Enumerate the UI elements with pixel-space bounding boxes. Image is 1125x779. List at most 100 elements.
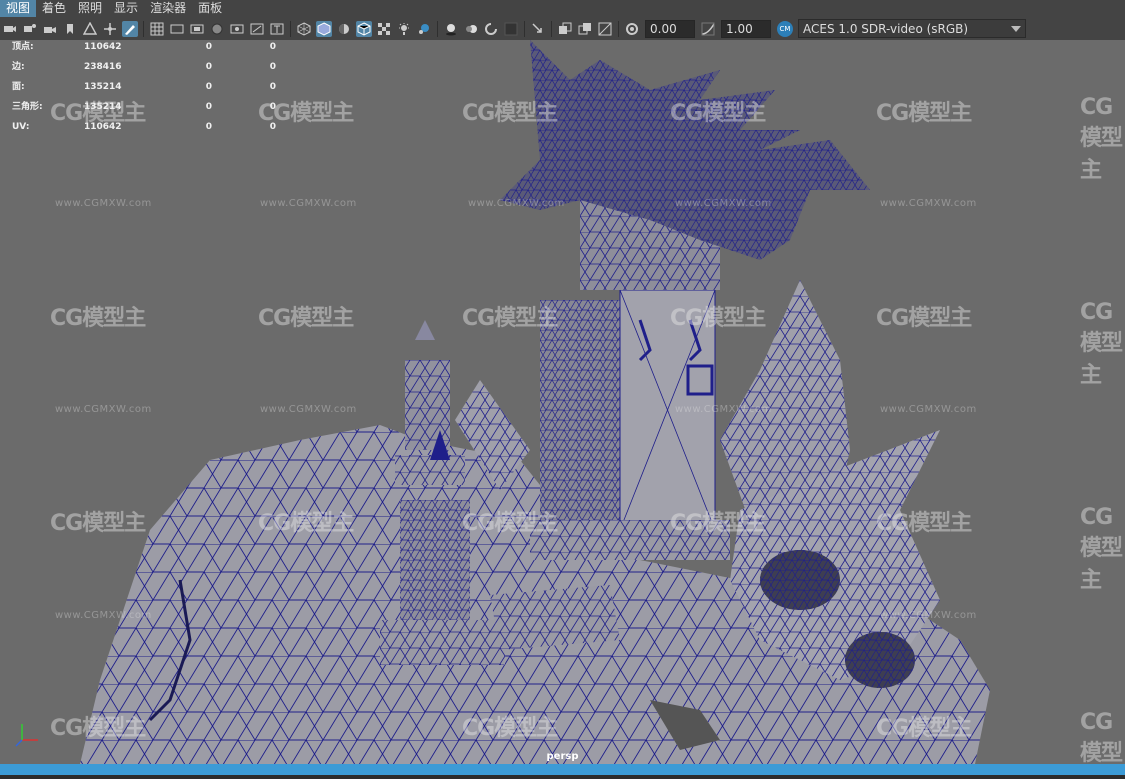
menu-renderer[interactable]: 渲染器 <box>144 0 192 17</box>
watermark-logo: CG模型主 <box>50 306 146 331</box>
watermark-logo: CG模型主 <box>1080 95 1123 183</box>
anti-alias-icon[interactable] <box>483 21 499 37</box>
watermark-logo: CG模型主 <box>1080 505 1123 593</box>
wireframe-model <box>80 40 990 764</box>
watermark-url: www.CGMXW.com <box>880 404 977 415</box>
viewport-toolbar: 0.00 1.00 CM ACES 1.0 SDR-video (sRGB) <box>0 17 1125 41</box>
tower-crown <box>500 40 870 260</box>
hud-label: 面: <box>12 82 25 92</box>
exposure-field[interactable]: 0.00 <box>645 19 695 38</box>
watermark-url: www.CGMXW.com <box>260 404 357 415</box>
watermark-url: www.CGMXW.com <box>675 404 772 415</box>
textured-icon[interactable] <box>376 21 392 37</box>
select-camera-icon[interactable] <box>2 21 18 37</box>
hud-row-tris: 三角形: 135214 0 0 <box>12 100 276 120</box>
resolution-gate-icon[interactable] <box>189 21 205 37</box>
wireframe-on-shaded-icon[interactable] <box>356 20 372 37</box>
hud-label: UV: <box>12 122 30 132</box>
hud-value: 0 <box>269 62 276 72</box>
hud-row-faces: 面: 135214 0 0 <box>12 80 276 100</box>
watermark-logo: CG模型主 <box>876 306 972 331</box>
watermark-url: www.CGMXW.com <box>880 198 977 209</box>
menu-shading[interactable]: 着色 <box>36 0 72 17</box>
move-icon[interactable] <box>102 21 118 37</box>
toolbar-divider <box>524 20 525 37</box>
lights-icon[interactable] <box>396 21 412 37</box>
hud-value: 0 <box>269 122 276 132</box>
camera-attr-icon[interactable] <box>22 21 38 37</box>
backface-icon[interactable] <box>597 21 613 37</box>
toolbar-divider <box>290 20 291 37</box>
default-material-icon[interactable] <box>336 21 352 37</box>
hud-label: 顶点: <box>12 42 34 52</box>
hud-value: 0 <box>205 42 212 52</box>
safe-title-icon[interactable] <box>269 21 285 37</box>
watermark-logo: CG模型主 <box>876 716 972 741</box>
field-chart-icon[interactable] <box>229 21 245 37</box>
watermark-logo: CG模型主 <box>462 716 558 741</box>
colorspace-dropdown[interactable]: ACES 1.0 SDR-video (sRGB) <box>798 19 1026 38</box>
smooth-shade-icon[interactable] <box>316 20 332 37</box>
hud-value: 0 <box>205 82 212 92</box>
grid-icon[interactable] <box>149 21 165 37</box>
menu-lighting[interactable]: 照明 <box>72 0 108 17</box>
hud-value: 0 <box>269 102 276 112</box>
hud-value: 0 <box>269 82 276 92</box>
wireframe-icon[interactable] <box>296 21 312 37</box>
hud-value: 0 <box>205 122 212 132</box>
toolbar-divider <box>143 20 144 37</box>
hud-value: 0 <box>205 102 212 112</box>
safe-action-icon[interactable] <box>249 21 265 37</box>
shadows-icon[interactable] <box>416 21 432 37</box>
time-slider-bar[interactable] <box>0 764 1125 775</box>
hud-value: 135214 <box>84 102 122 112</box>
hud-row-edges: 边: 238416 0 0 <box>12 60 276 80</box>
motion-blur-icon[interactable] <box>463 21 479 37</box>
menu-view[interactable]: 视图 <box>0 0 37 17</box>
watermark-logo: CG模型主 <box>462 101 558 126</box>
image-plane-icon[interactable] <box>82 21 98 37</box>
bottom-divider <box>0 775 1125 779</box>
watermark-logo: CG模型主 <box>876 511 972 536</box>
axis-gizmo-icon <box>15 724 38 747</box>
hud-value: 0 <box>205 62 212 72</box>
xray-joints-icon[interactable] <box>577 21 593 37</box>
pencil-icon[interactable] <box>122 20 138 37</box>
toolbar-divider <box>437 20 438 37</box>
gate-mask-icon[interactable] <box>209 21 225 37</box>
watermark-logo: CG模型主 <box>50 511 146 536</box>
film-gate-icon[interactable] <box>169 21 185 37</box>
watermark-url: www.CGMXW.com <box>55 610 152 621</box>
watermark-url: www.CGMXW.com <box>260 198 357 209</box>
watermark-logo: CG模型主 <box>670 101 766 126</box>
menu-panels[interactable]: 面板 <box>192 0 228 17</box>
exposure-icon[interactable] <box>624 21 640 37</box>
camera-lock-icon[interactable] <box>42 21 58 37</box>
poly-count-hud: 顶点: 110642 0 0 边: 238416 0 0 面: 135214 0… <box>12 40 276 140</box>
watermark-logo: CG模型主 <box>876 101 972 126</box>
screen-ambient-icon[interactable] <box>443 21 459 37</box>
menu-show[interactable]: 显示 <box>108 0 144 17</box>
bridge <box>490 585 620 650</box>
toolbar-divider <box>551 20 552 37</box>
hud-value: 110642 <box>84 42 122 52</box>
watermark-url: www.CGMXW.com <box>880 610 977 621</box>
depth-of-field-icon[interactable] <box>503 21 519 37</box>
camera-name-label: persp <box>546 751 579 762</box>
bookmark-icon[interactable] <box>62 21 78 37</box>
toolbar-divider <box>618 20 619 37</box>
colorspace-value: ACES 1.0 SDR-video (sRGB) <box>803 21 969 36</box>
xray-icon[interactable] <box>557 21 573 37</box>
gamma-icon[interactable] <box>700 21 716 37</box>
isolate-icon[interactable] <box>530 21 546 37</box>
hud-value: 110642 <box>84 122 122 132</box>
chevron-down-icon <box>1011 22 1021 36</box>
hud-row-verts: 顶点: 110642 0 0 <box>12 40 276 60</box>
hud-label: 边: <box>12 62 25 72</box>
colorspace-icon[interactable]: CM <box>777 20 793 37</box>
viewport-menu-bar: 视图 着色 照明 显示 渲染器 面板 <box>0 0 1125 17</box>
3d-viewport[interactable]: CG模型主 CG模型主 CG模型主 CG模型主 CG模型主 CG模型主 www.… <box>0 40 1125 764</box>
watermark-logo: CG模型主 <box>258 306 354 331</box>
watermark-logo: CG模型主 <box>670 306 766 331</box>
gamma-field[interactable]: 1.00 <box>721 19 771 38</box>
